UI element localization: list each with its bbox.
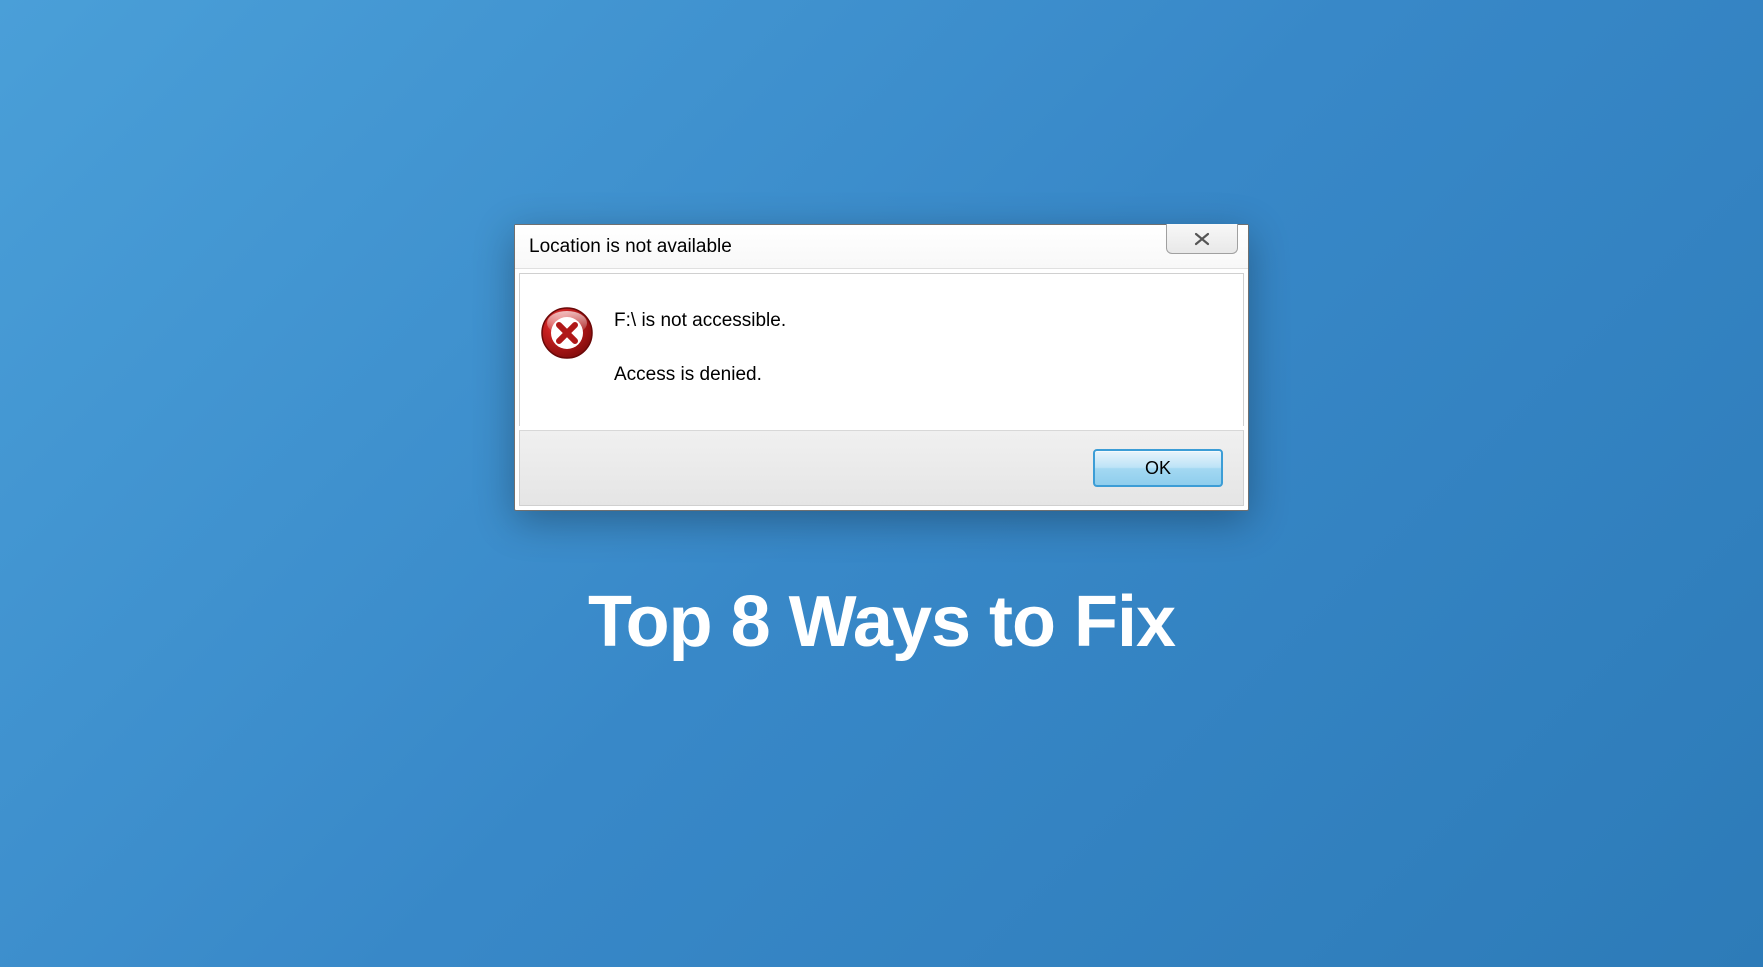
- error-message-line1: F:\ is not accessible.: [614, 310, 1223, 332]
- error-icon: [540, 306, 594, 360]
- ok-button[interactable]: OK: [1093, 449, 1223, 487]
- error-dialog: Location is not available: [514, 224, 1249, 511]
- page-headline: Top 8 Ways to Fix: [588, 581, 1175, 663]
- close-icon: [1191, 232, 1213, 246]
- button-bar: OK: [519, 430, 1244, 506]
- close-button[interactable]: [1166, 224, 1238, 254]
- message-area: F:\ is not accessible. Access is denied.: [614, 302, 1223, 386]
- error-message-line2: Access is denied.: [614, 364, 1223, 386]
- title-bar: Location is not available: [515, 225, 1248, 269]
- dialog-title: Location is not available: [515, 236, 732, 258]
- dialog-content: F:\ is not accessible. Access is denied.: [519, 273, 1244, 426]
